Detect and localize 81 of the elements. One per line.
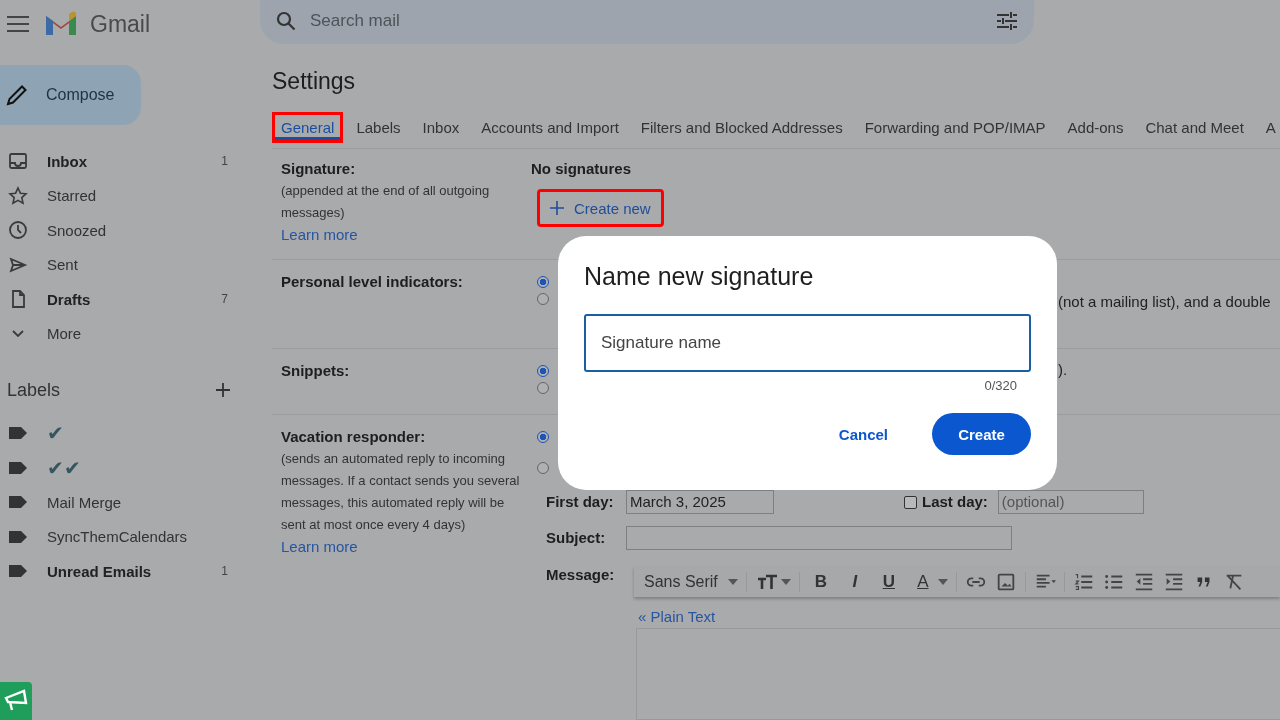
radio-button[interactable] bbox=[537, 431, 549, 443]
compose-button[interactable]: Compose bbox=[0, 65, 141, 125]
date-field[interactable]: (optional) bbox=[997, 490, 1144, 514]
radio-button[interactable] bbox=[537, 293, 549, 305]
filter-options-icon[interactable] bbox=[996, 11, 1018, 31]
settings-tab[interactable]: General bbox=[272, 111, 344, 143]
settings-tab[interactable]: Inbox bbox=[413, 111, 469, 143]
font-select[interactable]: Sans Serif bbox=[644, 568, 738, 595]
label-tag-icon bbox=[8, 426, 28, 441]
label-tag-icon bbox=[8, 564, 28, 579]
settings-tab[interactable]: Accounts and Import bbox=[472, 111, 628, 143]
caret-icon[interactable] bbox=[727, 578, 738, 585]
clock-icon bbox=[8, 220, 28, 241]
settings-tab[interactable]: Filters and Blocked Addresses bbox=[631, 111, 852, 143]
search-icon[interactable] bbox=[276, 11, 296, 31]
sidebar-item[interactable]: Unread Emails 1 bbox=[0, 554, 256, 589]
app-name: Gmail bbox=[90, 10, 151, 38]
subject-field[interactable] bbox=[626, 526, 1012, 550]
sidebar-item[interactable]: Sent bbox=[0, 247, 256, 282]
plain-text-link[interactable]: « Plain Text bbox=[638, 606, 716, 628]
toolbar-button[interactable]: B bbox=[807, 568, 834, 595]
envelope-logo-icon bbox=[44, 11, 78, 37]
radio-button[interactable] bbox=[537, 462, 549, 474]
field-label: Last day: bbox=[922, 492, 988, 512]
chevron-down-icon bbox=[12, 330, 24, 338]
setting-description: (appended at the end of all outgoing messages) bbox=[281, 182, 491, 222]
caret-icon[interactable] bbox=[780, 578, 791, 585]
sidebar-item[interactable]: SyncThemCalendars bbox=[0, 519, 256, 554]
section-heading: Labels bbox=[7, 379, 61, 401]
sidebar-item[interactable]: Inbox 1 bbox=[0, 144, 256, 179]
dialog-title: Name new signature bbox=[584, 262, 815, 292]
caret-icon[interactable] bbox=[937, 578, 948, 585]
create-button[interactable]: Create bbox=[932, 413, 1031, 455]
radio-button[interactable] bbox=[537, 365, 549, 377]
radio-button[interactable] bbox=[537, 382, 549, 394]
sidebar-item[interactable]: Mail Merge bbox=[0, 485, 256, 520]
settings-tab[interactable]: A bbox=[1256, 111, 1280, 143]
learn-more-link[interactable]: Learn more bbox=[281, 226, 358, 243]
field-label: Message: bbox=[546, 565, 616, 585]
sidebar-item[interactable]: Snoozed bbox=[0, 213, 256, 248]
sidebar-item[interactable]: Starred bbox=[0, 178, 256, 213]
date-field[interactable]: March 3, 2025 bbox=[626, 490, 774, 514]
star-icon bbox=[8, 185, 28, 206]
create-new-button[interactable]: Create new bbox=[537, 189, 664, 227]
settings-tab[interactable]: Add-ons bbox=[1058, 111, 1133, 143]
inbox-icon bbox=[8, 151, 28, 172]
sidebar-item[interactable]: Drafts 7 bbox=[0, 282, 256, 317]
label-tag-icon bbox=[8, 460, 28, 475]
signature-name-field[interactable]: Signature name bbox=[584, 314, 1031, 372]
status-text: No signatures bbox=[531, 159, 633, 179]
field-label: Subject: bbox=[546, 528, 607, 548]
sidebar-item[interactable]: ✔✔ bbox=[0, 450, 256, 485]
menu-icon[interactable] bbox=[7, 16, 29, 32]
plus-icon bbox=[550, 201, 564, 215]
sidebar-item[interactable]: More bbox=[0, 316, 256, 351]
toolbar-button[interactable]: A bbox=[909, 568, 936, 595]
sidebar-item[interactable]: ✔ bbox=[0, 416, 256, 451]
character-counter: 0/320 bbox=[984, 378, 1017, 393]
learn-more-link[interactable]: Learn more bbox=[281, 538, 358, 555]
option-text: ). bbox=[1058, 360, 1068, 380]
toolbar-button[interactable]: I bbox=[841, 568, 868, 595]
settings-tab[interactable]: Forwarding and POP/IMAP bbox=[855, 111, 1055, 143]
plus-icon[interactable] bbox=[216, 383, 230, 397]
setting-label: Vacation responder: bbox=[281, 427, 427, 447]
setting-label: Signature: bbox=[281, 159, 357, 179]
cancel-button[interactable]: Cancel bbox=[814, 413, 912, 455]
pencil-icon bbox=[6, 84, 28, 106]
settings-tab[interactable]: Labels bbox=[347, 111, 410, 143]
setting-label: Snippets: bbox=[281, 361, 351, 381]
setting-description: (sends an automated reply to incoming messages. If a contact sends you several messages, this automated reply will be sent at most once every 4 days) bbox=[281, 450, 521, 534]
label-tag-icon bbox=[8, 495, 28, 510]
label-tag-icon bbox=[8, 529, 28, 544]
setting-label: Personal level indicators: bbox=[281, 272, 464, 292]
toolbar-button[interactable]: U bbox=[875, 568, 902, 595]
field-label: First day: bbox=[546, 492, 615, 512]
search-field[interactable]: Search mail bbox=[260, 0, 1034, 44]
checkbox[interactable] bbox=[904, 495, 917, 509]
page-title: Settings bbox=[272, 68, 357, 96]
radio-button[interactable] bbox=[537, 276, 549, 288]
option-text: (not a mailing list), and a double bbox=[1058, 292, 1271, 312]
settings-tab[interactable]: Chat and Meet bbox=[1136, 111, 1253, 143]
